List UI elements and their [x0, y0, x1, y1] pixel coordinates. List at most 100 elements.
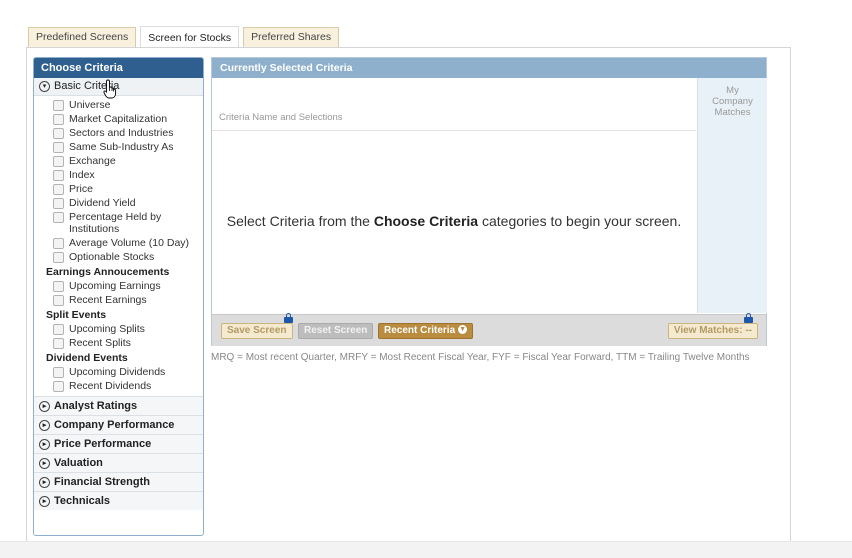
empty-state-message: Select Criteria from the Choose Criteria… — [212, 213, 696, 229]
checkbox[interactable] — [53, 381, 64, 392]
criteria-column-label: Criteria Name and Selections — [219, 112, 343, 123]
reset-screen-button[interactable]: Reset Screen — [298, 323, 374, 339]
expand-icon: ▸ — [39, 476, 50, 488]
save-screen-button[interactable]: Save Screen — [221, 323, 293, 339]
criteria-item[interactable]: Recent Earnings — [34, 294, 203, 306]
checkbox[interactable] — [53, 128, 64, 139]
checkbox[interactable] — [53, 100, 64, 111]
category-label: Price Performance — [54, 438, 152, 450]
category-analyst-ratings[interactable]: ▸ Analyst Ratings — [34, 396, 203, 415]
criteria-label: Index — [69, 169, 95, 181]
expand-icon: ▸ — [39, 438, 50, 450]
criteria-item[interactable]: Exchange — [34, 155, 203, 167]
criteria-label: Optionable Stocks — [69, 251, 155, 263]
checkbox[interactable] — [53, 295, 64, 306]
empty-text: categories to begin your screen. — [478, 213, 682, 229]
matches-label-line: Matches — [714, 107, 751, 118]
criteria-label: Average Volume (10 Day) — [69, 237, 190, 249]
recent-criteria-label: Recent Criteria — [384, 325, 456, 336]
checkbox[interactable] — [53, 367, 64, 378]
criteria-label: Recent Earnings — [69, 294, 147, 306]
category-company-performance[interactable]: ▸ Company Performance — [34, 415, 203, 434]
criteria-label: Percentage Held by Institutions — [69, 211, 162, 235]
category-technicals[interactable]: ▸ Technicals — [34, 491, 203, 510]
lock-icon — [284, 313, 293, 323]
criteria-item[interactable]: Price — [34, 183, 203, 195]
criteria-label: Upcoming Earnings — [69, 280, 161, 292]
criteria-item[interactable]: Dividend Yield — [34, 197, 203, 209]
category-label: Analyst Ratings — [54, 400, 138, 412]
lock-icon — [744, 313, 753, 323]
checkbox[interactable] — [53, 156, 64, 167]
criteria-label: Market Capitalization — [69, 113, 168, 125]
checkbox[interactable] — [53, 170, 64, 181]
criteria-column-header: Criteria Name and Selections — [212, 78, 696, 131]
checkbox[interactable] — [53, 238, 64, 249]
expand-icon: ▸ — [39, 419, 50, 431]
abbreviation-legend: MRQ = Most recent Quarter, MRFY = Most R… — [211, 352, 750, 363]
hand-cursor-icon — [103, 79, 116, 99]
criteria-label: Same Sub-Industry As — [69, 141, 174, 153]
checkbox[interactable] — [53, 114, 64, 125]
criteria-item[interactable]: Percentage Held by Institutions — [34, 211, 203, 235]
checkbox[interactable] — [53, 184, 64, 195]
choose-criteria-title: Choose Criteria — [34, 58, 203, 78]
criteria-label: Sectors and Industries — [69, 127, 174, 139]
criteria-item[interactable]: Recent Dividends — [34, 380, 203, 392]
matches-label-line: Company — [712, 96, 753, 107]
tab-predefined-screens[interactable]: Predefined Screens — [28, 27, 137, 47]
matches-label-line: My — [726, 85, 739, 96]
tab-screen-for-stocks[interactable]: Screen for Stocks — [140, 26, 240, 48]
criteria-item[interactable]: Index — [34, 169, 203, 181]
checkbox[interactable] — [53, 212, 64, 223]
criteria-item[interactable]: Recent Splits — [34, 337, 203, 349]
checkbox[interactable] — [53, 338, 64, 349]
empty-text-bold: Choose Criteria — [373, 213, 479, 229]
category-valuation[interactable]: ▸ Valuation — [34, 453, 203, 472]
criteria-item[interactable]: Upcoming Earnings — [34, 280, 203, 292]
category-label: Company Performance — [54, 419, 175, 431]
selected-criteria-title: Currently Selected Criteria — [212, 58, 766, 78]
tab-bar: Predefined Screens Screen for Stocks Pre… — [28, 25, 343, 48]
expand-icon: ▸ — [39, 457, 50, 469]
group-title-earnings: Earnings Annoucements — [46, 266, 170, 278]
checkbox[interactable] — [53, 142, 64, 153]
criteria-label: Recent Dividends — [69, 380, 152, 392]
basic-criteria-list: Universe Market Capitalization Sectors a… — [34, 96, 203, 396]
checkbox[interactable] — [53, 252, 64, 263]
criteria-label: Universe — [69, 99, 111, 111]
category-financial-strength[interactable]: ▸ Financial Strength — [34, 472, 203, 491]
criteria-item[interactable]: Average Volume (10 Day) — [34, 237, 203, 249]
criteria-label: Recent Splits — [69, 337, 131, 349]
criteria-label: Upcoming Splits — [69, 323, 145, 335]
category-basic-criteria[interactable]: ▾ Basic Criteria — [34, 78, 203, 96]
category-label: Financial Strength — [54, 476, 150, 488]
criteria-label: Exchange — [69, 155, 116, 167]
category-label: Technicals — [54, 495, 111, 507]
empty-text: Select Criteria from the — [226, 213, 374, 229]
matches-column: My Company Matches — [697, 78, 767, 313]
group-title-dividends: Dividend Events — [46, 352, 128, 364]
matches-column-header: My Company Matches — [698, 78, 767, 118]
criteria-item[interactable]: Optionable Stocks — [34, 251, 203, 263]
criteria-item[interactable]: Universe — [34, 99, 203, 111]
criteria-label: Price — [69, 183, 93, 195]
criteria-item[interactable]: Upcoming Splits — [34, 323, 203, 335]
expand-icon: ▸ — [39, 495, 50, 507]
criteria-item[interactable]: Same Sub-Industry As — [34, 141, 203, 153]
expand-icon: ▸ — [39, 400, 50, 412]
tab-preferred-shares[interactable]: Preferred Shares — [243, 27, 340, 47]
selected-criteria-panel: Currently Selected Criteria Criteria Nam… — [211, 57, 767, 346]
category-label: Valuation — [54, 457, 103, 469]
criteria-item[interactable]: Sectors and Industries — [34, 127, 203, 139]
criteria-item[interactable]: Market Capitalization — [34, 113, 203, 125]
recent-criteria-button[interactable]: Recent Criteria ▼ — [378, 323, 474, 339]
category-price-performance[interactable]: ▸ Price Performance — [34, 434, 203, 453]
checkbox[interactable] — [53, 281, 64, 292]
checkbox[interactable] — [53, 198, 64, 209]
view-matches-button[interactable]: View Matches: -- — [667, 323, 758, 339]
collapse-icon: ▾ — [39, 81, 50, 92]
checkbox[interactable] — [53, 324, 64, 335]
criteria-label: Upcoming Dividends — [69, 366, 166, 378]
criteria-item[interactable]: Upcoming Dividends — [34, 366, 203, 378]
